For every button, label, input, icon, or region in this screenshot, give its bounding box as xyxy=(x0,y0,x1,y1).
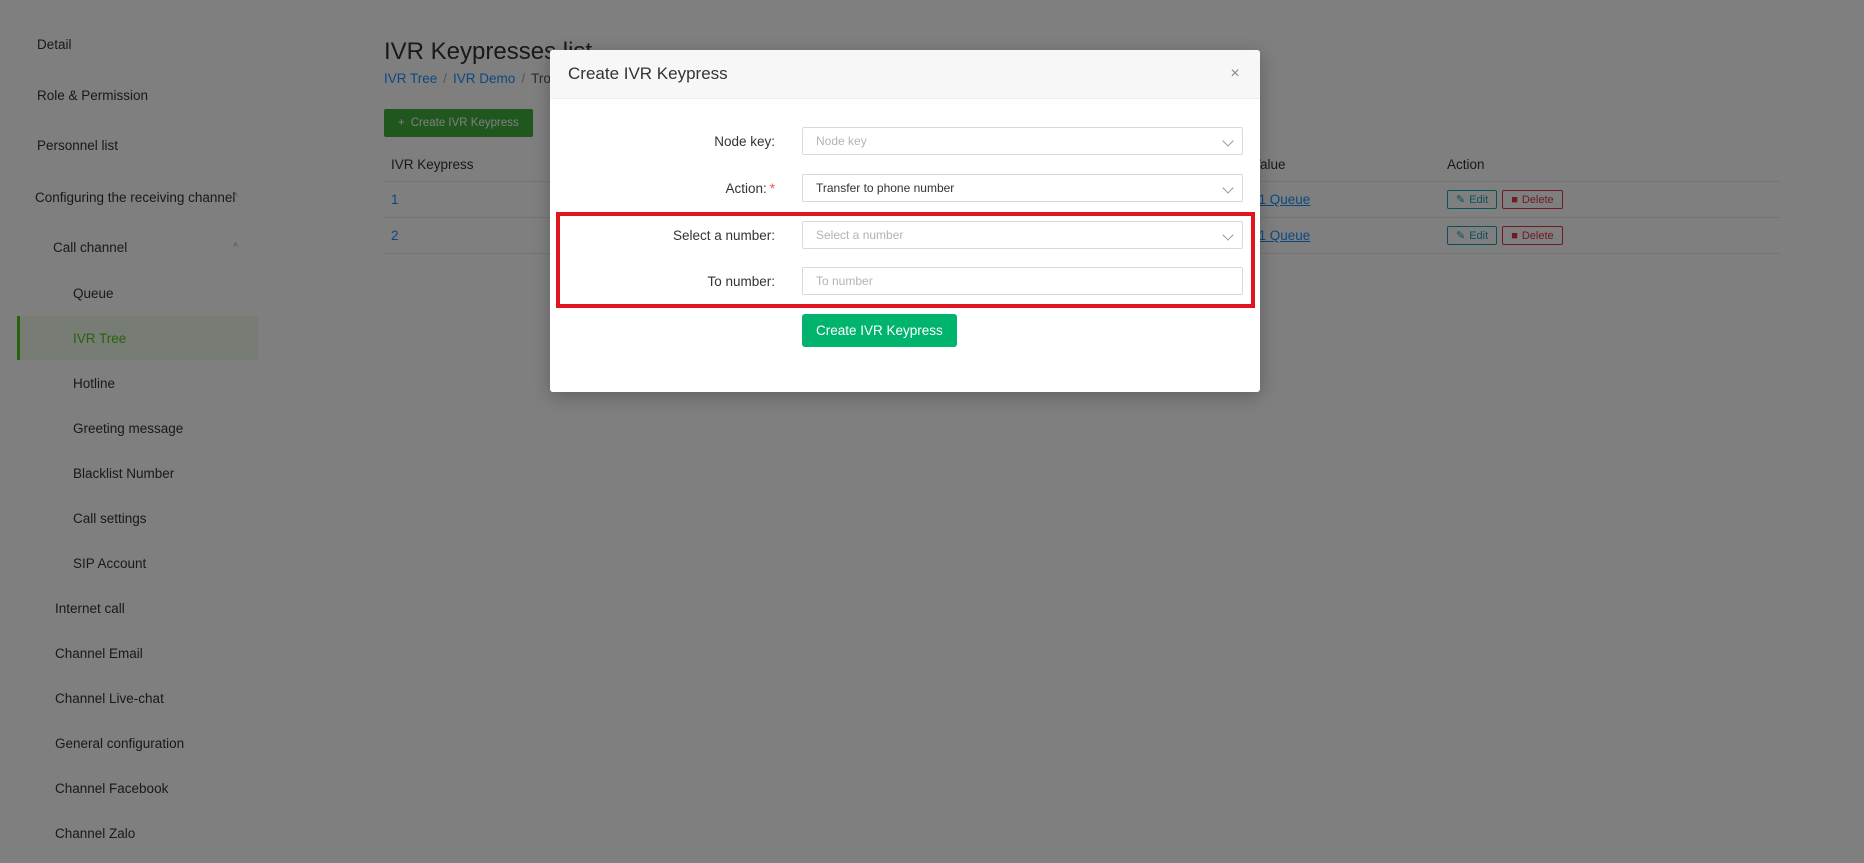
modal-header: Create IVR Keypress × xyxy=(550,50,1260,99)
to-number-row: To number: xyxy=(550,267,1260,295)
create-ivr-keypress-modal: Create IVR Keypress × Node key: Node key… xyxy=(550,50,1260,392)
select-number-label: Select a number: xyxy=(672,227,775,243)
action-label: Action: * xyxy=(725,174,775,202)
chevron-down-icon xyxy=(1222,182,1234,194)
node-key-select[interactable]: Node key xyxy=(802,127,1243,155)
submit-create-ivr-keypress-button[interactable]: Create IVR Keypress xyxy=(802,314,957,347)
chevron-down-icon xyxy=(1222,135,1234,147)
chevron-down-icon xyxy=(1222,229,1234,241)
to-number-label: To number: xyxy=(707,273,775,289)
node-key-row: Node key: Node key xyxy=(550,127,1260,155)
select-number-select[interactable]: Select a number xyxy=(802,221,1243,249)
action-label-text: Action: xyxy=(725,180,767,196)
close-icon[interactable]: × xyxy=(1226,65,1244,83)
action-select[interactable]: Transfer to phone number xyxy=(802,174,1243,202)
to-number-input[interactable] xyxy=(802,267,1243,295)
modal-title: Create IVR Keypress xyxy=(568,64,728,83)
action-row: Action: * Transfer to phone number xyxy=(550,174,1260,202)
node-key-label: Node key: xyxy=(714,133,775,149)
node-key-placeholder: Node key xyxy=(816,134,867,148)
required-mark: * xyxy=(769,180,775,196)
select-number-placeholder: Select a number xyxy=(816,228,904,242)
action-value: Transfer to phone number xyxy=(816,181,955,195)
select-number-row: Select a number: Select a number xyxy=(550,221,1260,249)
